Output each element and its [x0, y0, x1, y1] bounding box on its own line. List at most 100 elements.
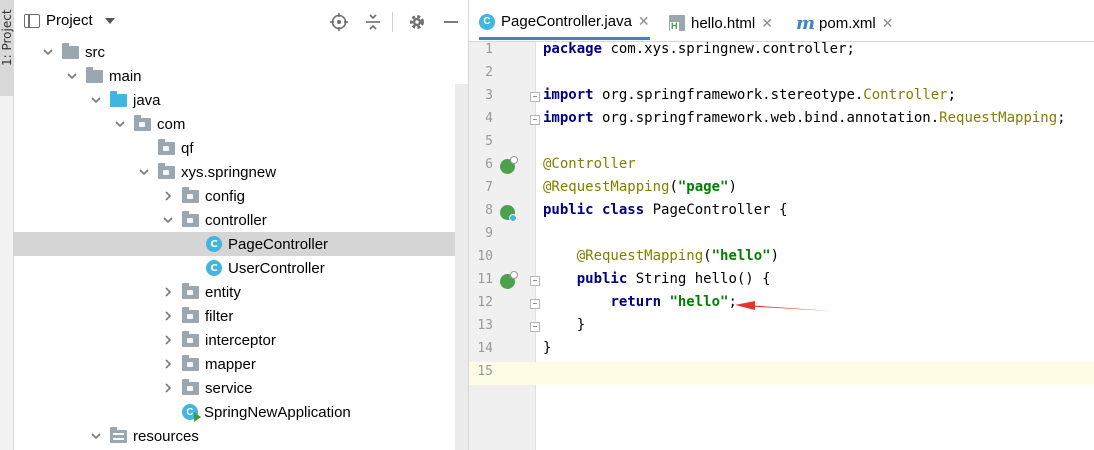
code-line[interactable]: 1 package com.xys.springnew.controller; — [469, 40, 1094, 63]
source-folder-icon — [110, 90, 127, 107]
locate-file-icon[interactable] — [329, 12, 349, 32]
code-line[interactable]: 5 — [469, 132, 1094, 155]
project-panel-title: Project — [46, 12, 93, 29]
fold-marker-icon[interactable] — [530, 276, 540, 286]
web-endpoint-icon[interactable] — [500, 271, 518, 289]
tab-pom-xml[interactable]: m pom.xml ✕ — [796, 6, 893, 40]
tree-item-usercontroller[interactable]: C UserController — [14, 256, 468, 280]
tree-item-resources[interactable]: resources — [14, 424, 468, 448]
chevron-right-icon[interactable] — [162, 334, 174, 346]
chevron-down-icon[interactable] — [90, 430, 102, 442]
code-token: Controller — [863, 87, 948, 103]
package-icon — [158, 138, 175, 155]
spring-bean-icon[interactable] — [500, 156, 518, 174]
package-icon — [158, 162, 175, 179]
chevron-right-icon[interactable] — [162, 310, 174, 322]
chevron-right-icon[interactable] — [162, 190, 174, 202]
tree-item-entity[interactable]: entity — [14, 280, 468, 304]
fold-marker-icon[interactable] — [530, 322, 540, 332]
folder-icon — [62, 42, 79, 59]
close-icon[interactable]: ✕ — [638, 13, 650, 30]
tree-item-label: qf — [181, 139, 194, 157]
tree-item-springnewapplication[interactable]: C SpringNewApplication — [14, 400, 468, 424]
tree-item-config[interactable]: config — [14, 184, 468, 208]
tree-item-qf[interactable]: qf — [14, 136, 468, 160]
code-line[interactable]: 4 import org.springframework.web.bind.ann… — [469, 109, 1094, 132]
project-panel: Project src main java com qf xys.springnew con… — [14, 0, 469, 450]
tree-item-mapper[interactable]: mapper — [14, 352, 468, 376]
tree-item-service[interactable]: service — [14, 376, 468, 400]
close-icon[interactable]: ✕ — [882, 15, 894, 32]
line-number: 4 — [485, 111, 493, 126]
tree-item-controller[interactable]: controller — [14, 208, 468, 232]
code-text: @RequestMapping("hello") — [543, 248, 779, 264]
tree-item-xys-springnew[interactable]: xys.springnew — [14, 160, 468, 184]
spring-bean-icon[interactable] — [500, 205, 517, 222]
line-number: 11 — [477, 272, 493, 287]
chevron-down-icon[interactable] — [162, 214, 174, 226]
chevron-right-icon[interactable] — [162, 382, 174, 394]
project-tree-scrollbar[interactable] — [455, 84, 468, 450]
hide-panel-icon[interactable] — [441, 12, 461, 32]
class-icon: C — [479, 13, 495, 30]
chevron-right-icon[interactable] — [162, 286, 174, 298]
code-token: org.springframework.stereotype. — [593, 87, 864, 103]
chevron-right-icon[interactable] — [162, 358, 174, 370]
code-line[interactable]: 10 @RequestMapping("hello") — [469, 247, 1094, 270]
chevron-down-icon[interactable] — [138, 166, 150, 178]
tree-item-label: java — [133, 91, 161, 109]
chevron-down-icon[interactable] — [42, 46, 54, 58]
code-line[interactable]: 13 } — [469, 316, 1094, 339]
fold-marker-icon[interactable] — [530, 299, 540, 309]
close-icon[interactable]: ✕ — [761, 15, 773, 32]
chevron-down-icon[interactable] — [90, 94, 102, 106]
tree-item-java[interactable]: java — [14, 88, 468, 112]
tree-item-filter[interactable]: filter — [14, 304, 468, 328]
class-icon: C — [206, 236, 222, 252]
code-line[interactable]: 3 import org.springframework.stereotype.C… — [469, 86, 1094, 109]
tree-item-main[interactable]: main — [14, 64, 468, 88]
code-token: "hello" — [711, 248, 771, 264]
tree-item-pagecontroller[interactable]: C PageController — [14, 232, 468, 256]
tree-item-label: filter — [205, 307, 234, 325]
line-number: 15 — [477, 364, 493, 379]
code-token: ( — [703, 248, 712, 264]
code-line[interactable]: 6 @Controller — [469, 155, 1094, 178]
code-line[interactable]: 2 — [469, 63, 1094, 86]
folder-icon — [86, 66, 103, 83]
code-line[interactable]: 9 — [469, 224, 1094, 247]
package-icon — [182, 330, 199, 347]
project-tool-tab[interactable]: 1: Project — [0, 0, 14, 96]
package-icon — [134, 114, 151, 131]
code-token: ; — [1057, 110, 1066, 126]
code-lines[interactable]: 1 package com.xys.springnew.controller; 2 3… — [469, 40, 1094, 385]
code-line[interactable]: 11 public String hello() { — [469, 270, 1094, 293]
tree-item-interceptor[interactable]: interceptor — [14, 328, 468, 352]
chevron-down-icon[interactable] — [66, 70, 78, 82]
tree-item-label: mapper — [205, 355, 256, 373]
code-line[interactable]: 15 — [469, 362, 1094, 385]
tab-label: pom.xml — [819, 14, 876, 32]
tab-page-controller[interactable]: C PageController.java ✕ — [479, 6, 650, 40]
fold-marker-icon[interactable] — [530, 92, 540, 102]
tree-item-label: interceptor — [205, 331, 276, 349]
tab-hello-html[interactable]: H hello.html ✕ — [669, 6, 773, 40]
project-view-selector[interactable]: Project — [24, 12, 115, 29]
chevron-down-icon[interactable] — [114, 118, 126, 130]
tree-item-label: service — [205, 379, 253, 397]
project-panel-header: Project — [14, 0, 468, 42]
code-line[interactable]: 14} — [469, 339, 1094, 362]
fold-marker-icon[interactable] — [530, 115, 540, 125]
code-text: @Controller — [543, 156, 636, 172]
code-token: org.springframework.web.bind.annotation. — [593, 110, 940, 126]
tree-item-label: resources — [133, 427, 199, 445]
tree-item-com[interactable]: com — [14, 112, 468, 136]
tree-item-src[interactable]: src — [14, 40, 468, 64]
code-token: ) — [770, 248, 780, 264]
collapse-all-icon[interactable] — [363, 12, 383, 32]
code-line[interactable]: 7 @RequestMapping("page") — [469, 178, 1094, 201]
code-line[interactable]: 8 public class PageController { — [469, 201, 1094, 224]
gear-icon[interactable] — [407, 12, 427, 32]
maven-icon: m — [796, 12, 816, 34]
package-icon — [182, 210, 199, 227]
